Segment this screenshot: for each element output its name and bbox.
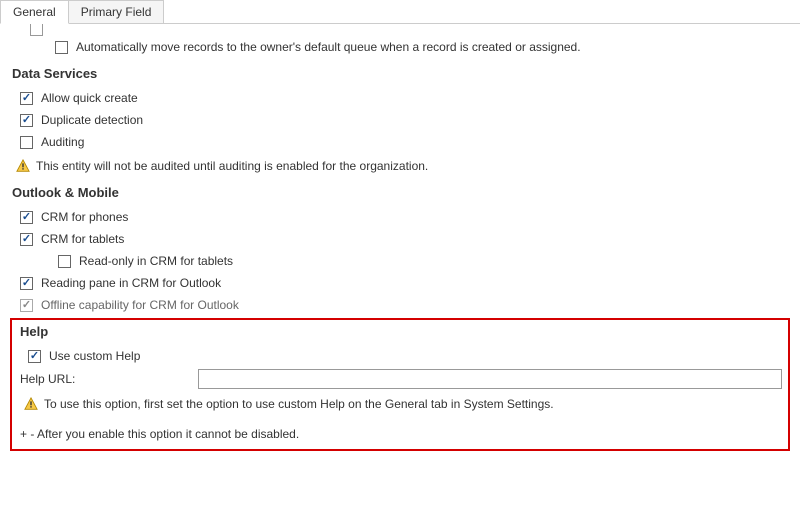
help-url-input[interactable] <box>198 369 782 389</box>
queues-checkbox[interactable] <box>30 23 43 36</box>
content-area: Queues Automatically move records to the… <box>0 22 800 451</box>
crm-phones-label: CRM for phones <box>41 208 128 226</box>
reading-pane-label: Reading pane in CRM for Outlook <box>41 274 221 292</box>
auto-move-checkbox[interactable] <box>55 41 68 54</box>
section-data-services: Data Services <box>10 66 790 81</box>
section-help: Help <box>18 324 782 339</box>
help-url-label: Help URL: <box>18 372 198 386</box>
audit-warning-row: This entity will not be audited until au… <box>16 157 790 175</box>
crm-phones-checkbox[interactable] <box>20 211 33 224</box>
audit-warning-text: This entity will not be audited until au… <box>36 157 428 175</box>
tab-bar: General Primary Field <box>0 0 800 24</box>
use-custom-help-row: Use custom Help <box>28 347 782 365</box>
allow-quick-create-row: Allow quick create <box>20 89 790 107</box>
tab-primary-field[interactable]: Primary Field <box>68 0 165 23</box>
queues-row: Queues <box>30 22 790 36</box>
warning-icon <box>24 397 38 411</box>
duplicate-detection-label: Duplicate detection <box>41 111 143 129</box>
offline-checkbox[interactable] <box>20 299 33 312</box>
auto-move-row: Automatically move records to the owner'… <box>55 38 790 56</box>
use-custom-help-checkbox[interactable] <box>28 350 41 363</box>
help-warning-row: To use this option, first set the option… <box>24 395 782 413</box>
section-outlook-mobile: Outlook & Mobile <box>10 185 790 200</box>
crm-tablets-label: CRM for tablets <box>41 230 124 248</box>
auditing-label: Auditing <box>41 133 84 151</box>
offline-label: Offline capability for CRM for Outlook <box>41 296 239 314</box>
duplicate-detection-row: Duplicate detection <box>20 111 790 129</box>
duplicate-detection-checkbox[interactable] <box>20 114 33 127</box>
tab-general[interactable]: General <box>0 0 69 24</box>
readonly-tablets-row: Read-only in CRM for tablets <box>58 252 790 270</box>
use-custom-help-label: Use custom Help <box>49 347 140 365</box>
reading-pane-row: Reading pane in CRM for Outlook <box>20 274 790 292</box>
help-highlight: Help Use custom Help Help URL: To use th… <box>10 318 790 451</box>
auditing-row: Auditing <box>20 133 790 151</box>
readonly-tablets-checkbox[interactable] <box>58 255 71 268</box>
warning-icon <box>16 159 30 173</box>
crm-tablets-checkbox[interactable] <box>20 233 33 246</box>
allow-quick-create-label: Allow quick create <box>41 89 138 107</box>
allow-quick-create-checkbox[interactable] <box>20 92 33 105</box>
crm-tablets-row: CRM for tablets <box>20 230 790 248</box>
reading-pane-checkbox[interactable] <box>20 277 33 290</box>
readonly-tablets-label: Read-only in CRM for tablets <box>79 252 233 270</box>
offline-row: Offline capability for CRM for Outlook <box>20 296 790 314</box>
help-url-row: Help URL: <box>18 369 782 389</box>
auto-move-label: Automatically move records to the owner'… <box>76 38 581 56</box>
crm-phones-row: CRM for phones <box>20 208 790 226</box>
auditing-checkbox[interactable] <box>20 136 33 149</box>
help-warning-text: To use this option, first set the option… <box>44 395 554 413</box>
help-footnote: + - After you enable this option it cann… <box>18 427 782 441</box>
